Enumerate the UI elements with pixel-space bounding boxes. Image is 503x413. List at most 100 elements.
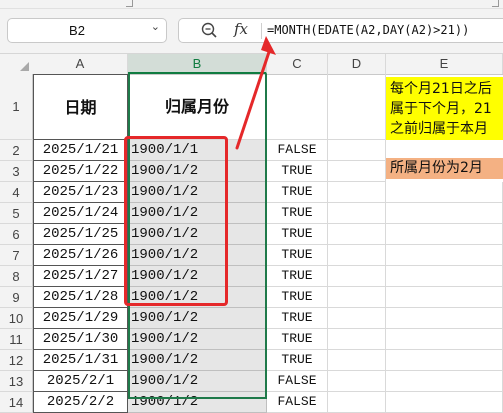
cell-B1[interactable]: 归属月份 xyxy=(128,74,267,140)
cell-C10[interactable]: TRUE xyxy=(267,308,328,329)
cell-E4[interactable] xyxy=(386,182,503,203)
row-header[interactable]: 12 xyxy=(0,350,33,371)
cell-D13[interactable] xyxy=(328,371,386,392)
cell-D3[interactable] xyxy=(328,161,386,182)
cell-A5[interactable]: 2025/1/24 xyxy=(33,203,128,224)
column-header-row: A B C D E xyxy=(0,54,503,75)
note-orange[interactable]: 所属月份为2月 xyxy=(386,158,503,179)
cell-B14[interactable]: 1900/1/2 xyxy=(128,392,267,413)
row-header[interactable]: 14 xyxy=(0,392,33,413)
cell-D1[interactable] xyxy=(328,74,386,140)
cell-E14[interactable] xyxy=(386,392,503,413)
cell-C11[interactable]: TRUE xyxy=(267,329,328,350)
cell-A8[interactable]: 2025/1/27 xyxy=(33,266,128,287)
cell-D6[interactable] xyxy=(328,224,386,245)
cell-D5[interactable] xyxy=(328,203,386,224)
cell-E5[interactable] xyxy=(386,203,503,224)
row-header[interactable]: 10 xyxy=(0,308,33,329)
cell-B3[interactable]: 1900/1/2 xyxy=(128,161,267,182)
ribbon-group-launcher-icon[interactable] xyxy=(492,0,499,7)
row-header[interactable]: 3 xyxy=(0,161,33,182)
cell-C12[interactable]: TRUE xyxy=(267,350,328,371)
cell-B8[interactable]: 1900/1/2 xyxy=(128,266,267,287)
formula-text[interactable]: =MONTH(EDATE(A2,DAY(A2)>21)) xyxy=(267,23,469,37)
cell-A11[interactable]: 2025/1/30 xyxy=(33,329,128,350)
cell-C8[interactable]: TRUE xyxy=(267,266,328,287)
fx-icon[interactable]: fx xyxy=(234,20,248,38)
cell-C5[interactable]: TRUE xyxy=(267,203,328,224)
cell-B11[interactable]: 1900/1/2 xyxy=(128,329,267,350)
cell-A9[interactable]: 2025/1/28 xyxy=(33,287,128,308)
cell-A2[interactable]: 2025/1/21 xyxy=(33,140,128,161)
cell-E7[interactable] xyxy=(386,245,503,266)
row-header[interactable]: 4 xyxy=(0,182,33,203)
row-header[interactable]: 13 xyxy=(0,371,33,392)
name-box[interactable]: B2 ⌄ xyxy=(7,18,167,43)
cell-C14[interactable]: FALSE xyxy=(267,392,328,413)
row-header[interactable]: 6 xyxy=(0,224,33,245)
formula-input-area[interactable]: fx =MONTH(EDATE(A2,DAY(A2)>21)) xyxy=(178,18,503,43)
cell-E8[interactable] xyxy=(386,266,503,287)
cell-A13[interactable]: 2025/2/1 xyxy=(33,371,128,392)
cell-E10[interactable] xyxy=(386,308,503,329)
note-yellow[interactable]: 每个月21日之后 属于下个月，21 之前归属于本月 xyxy=(386,77,503,140)
cell-E9[interactable] xyxy=(386,287,503,308)
cell-D12[interactable] xyxy=(328,350,386,371)
row-header[interactable]: 11 xyxy=(0,329,33,350)
row-header[interactable]: 1 xyxy=(0,74,33,140)
column-header-e[interactable]: E xyxy=(386,54,503,74)
cell-B7[interactable]: 1900/1/2 xyxy=(128,245,267,266)
cell-B2[interactable]: 1900/1/1 xyxy=(128,140,267,161)
cell-A6[interactable]: 2025/1/25 xyxy=(33,224,128,245)
cell-D9[interactable] xyxy=(328,287,386,308)
cell-D11[interactable] xyxy=(328,329,386,350)
row-header[interactable]: 7 xyxy=(0,245,33,266)
cell-B5[interactable]: 1900/1/2 xyxy=(128,203,267,224)
cell-D2[interactable] xyxy=(328,140,386,161)
name-box-value: B2 xyxy=(69,23,85,38)
cell-B4[interactable]: 1900/1/2 xyxy=(128,182,267,203)
column-header-a[interactable]: A xyxy=(33,54,128,74)
chevron-down-icon[interactable]: ⌄ xyxy=(151,20,160,33)
cell-C9[interactable]: TRUE xyxy=(267,287,328,308)
cell-B13[interactable]: 1900/1/2 xyxy=(128,371,267,392)
cell-C1[interactable] xyxy=(267,74,328,140)
column-header-d[interactable]: D xyxy=(328,54,386,74)
cell-C3[interactable]: TRUE xyxy=(267,161,328,182)
cell-C6[interactable]: TRUE xyxy=(267,224,328,245)
cell-B9[interactable]: 1900/1/2 xyxy=(128,287,267,308)
cell-E13[interactable] xyxy=(386,371,503,392)
cell-A12[interactable]: 2025/1/31 xyxy=(33,350,128,371)
cell-E11[interactable] xyxy=(386,329,503,350)
cell-B12[interactable]: 1900/1/2 xyxy=(128,350,267,371)
column-header-c[interactable]: C xyxy=(267,54,328,74)
cell-E6[interactable] xyxy=(386,224,503,245)
cell-A3[interactable]: 2025/1/22 xyxy=(33,161,128,182)
cell-D8[interactable] xyxy=(328,266,386,287)
row-header[interactable]: 9 xyxy=(0,287,33,308)
column-header-b[interactable]: B xyxy=(128,54,267,74)
cell-C2[interactable]: FALSE xyxy=(267,140,328,161)
select-all-icon[interactable] xyxy=(0,54,33,74)
cell-D7[interactable] xyxy=(328,245,386,266)
cell-D14[interactable] xyxy=(328,392,386,413)
row-header[interactable]: 8 xyxy=(0,266,33,287)
cell-C4[interactable]: TRUE xyxy=(267,182,328,203)
cell-B6[interactable]: 1900/1/2 xyxy=(128,224,267,245)
zoom-icon[interactable] xyxy=(200,21,218,39)
cell-E12[interactable] xyxy=(386,350,503,371)
formula-separator xyxy=(261,23,262,39)
cell-A14[interactable]: 2025/2/2 xyxy=(33,392,128,413)
cell-C7[interactable]: TRUE xyxy=(267,245,328,266)
cell-D4[interactable] xyxy=(328,182,386,203)
cell-B10[interactable]: 1900/1/2 xyxy=(128,308,267,329)
cell-C13[interactable]: FALSE xyxy=(267,371,328,392)
cell-D10[interactable] xyxy=(328,308,386,329)
cell-A7[interactable]: 2025/1/26 xyxy=(33,245,128,266)
row-header[interactable]: 5 xyxy=(0,203,33,224)
row-header[interactable]: 2 xyxy=(0,140,33,161)
cell-A10[interactable]: 2025/1/29 xyxy=(33,308,128,329)
cell-A1[interactable]: 日期 xyxy=(33,74,128,140)
cell-A4[interactable]: 2025/1/23 xyxy=(33,182,128,203)
ribbon-group-launcher-icon[interactable] xyxy=(126,0,133,7)
